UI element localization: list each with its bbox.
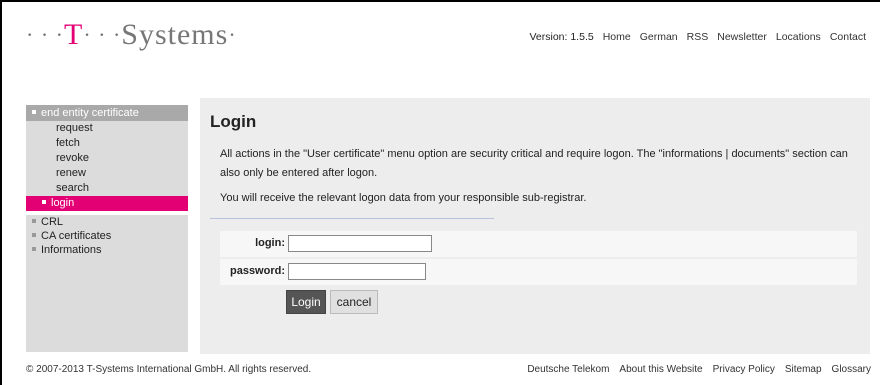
nav-locations-link[interactable]: Locations — [776, 31, 821, 43]
nav-home-link[interactable]: Home — [603, 31, 631, 43]
sidebar-item-request[interactable]: request — [26, 121, 188, 136]
sidebar-section-end-entity-certificate[interactable]: end entity certificate — [26, 105, 188, 121]
sidebar-item-fetch[interactable]: fetch — [26, 136, 188, 151]
t-systems-logo[interactable]: · · ·T· · ·Systems· — [26, 18, 237, 52]
bullet-icon — [32, 219, 36, 224]
sidebar-item-label: Informations — [41, 244, 102, 256]
bullet-icon — [42, 200, 46, 205]
sidebar-item-login[interactable]: login — [26, 196, 188, 211]
footer-link-glossary[interactable]: Glossary — [832, 364, 871, 375]
sidebar-item-ca-certificates[interactable]: CA certificates — [26, 229, 188, 243]
sidebar-item-revoke[interactable]: revoke — [26, 151, 188, 166]
password-label: password: — [229, 265, 285, 277]
sidebar-item-crl[interactable]: CRL — [26, 215, 188, 229]
sidebar-item-search[interactable]: search — [26, 181, 188, 196]
logo-t: T — [63, 18, 84, 51]
copyright-text: © 2007-2013 T-Systems International GmbH… — [26, 364, 312, 375]
window-frame-left — [0, 0, 2, 385]
nav-newsletter-link[interactable]: Newsletter — [717, 31, 767, 43]
info-paragraph: All actions in the "User certificate" me… — [220, 148, 848, 179]
divider — [210, 218, 494, 219]
login-row: login: — [220, 231, 857, 257]
bullet-icon — [32, 233, 36, 238]
logo-dots-left: · · · — [26, 22, 64, 47]
nav-german-link[interactable]: German — [640, 31, 678, 43]
footer-link-about[interactable]: About this Website — [619, 364, 702, 375]
sidebar: end entity certificate request fetch rev… — [26, 105, 188, 352]
logo-text: Systems — [121, 18, 229, 51]
password-row: password: — [220, 259, 857, 285]
sidebar-section-label: end entity certificate — [41, 107, 139, 119]
logo-dot-right: · — [228, 22, 237, 47]
footer-link-sitemap[interactable]: Sitemap — [785, 364, 822, 375]
nav-contact-link[interactable]: Contact — [830, 31, 866, 43]
page-title: Login — [210, 112, 257, 131]
window-frame-top — [0, 0, 880, 2]
logo-dots-mid: · · · — [83, 22, 122, 47]
footer-link-deutsche-telekom[interactable]: Deutsche Telekom — [527, 364, 609, 375]
sidebar-item-label: CA certificates — [41, 230, 112, 242]
nav-rss-link[interactable]: RSS — [687, 31, 709, 43]
bullet-icon — [32, 110, 36, 115]
version-label: Version: 1.5.5 — [529, 31, 594, 43]
password-input[interactable] — [288, 263, 426, 280]
bullet-icon — [32, 247, 36, 252]
logon-data-paragraph: You will receive the relevant logon data… — [220, 192, 587, 204]
sidebar-item-label: CRL — [41, 216, 64, 228]
login-input[interactable] — [288, 235, 432, 252]
top-navigation: Version: 1.5.5 Home German RSS Newslette… — [529, 31, 866, 43]
sidebar-item-label: login — [51, 197, 75, 209]
sidebar-item-renew[interactable]: renew — [26, 166, 188, 181]
main-content: Login All actions in the "User certifica… — [200, 98, 870, 354]
footer-link-privacy-policy[interactable]: Privacy Policy — [713, 364, 775, 375]
login-label: login: — [255, 237, 285, 249]
login-button[interactable]: Login — [286, 290, 326, 314]
sidebar-item-informations[interactable]: Informations — [26, 243, 188, 257]
cancel-button[interactable]: cancel — [330, 290, 378, 314]
footer-links: Deutsche Telekom About this Website Priv… — [527, 364, 871, 375]
